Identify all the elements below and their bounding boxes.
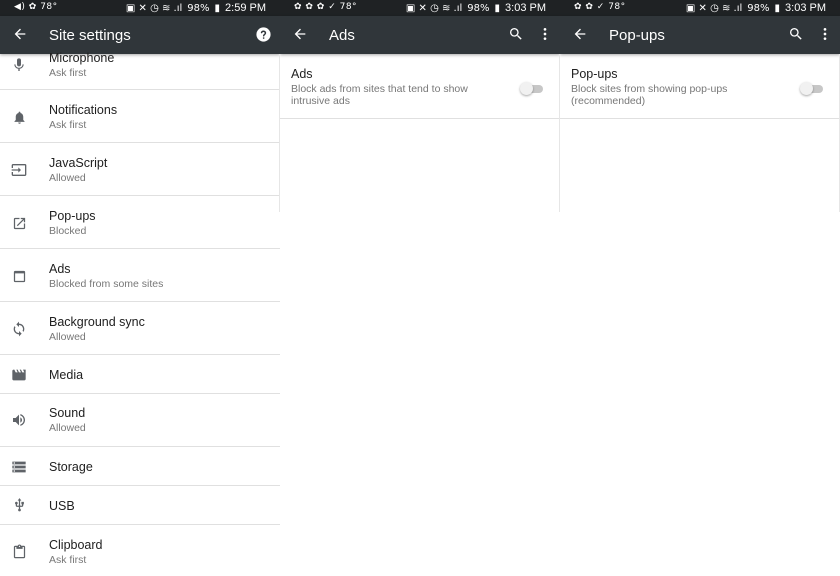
battery-icon: ▮ [494,2,501,14]
list-item-subtitle: Ask first [49,119,87,131]
battery-icon: ▮ [774,2,781,14]
ads-setting-row[interactable]: Ads Block ads from sites that tend to sh… [280,54,560,119]
battery-percentage: 98% [467,2,490,14]
status-time: 3:03 PM [785,2,826,14]
setting-title: Pop-ups [571,67,618,81]
app-bar: Ads [280,16,560,54]
list-item-ads[interactable]: Ads Blocked from some sites [0,249,280,302]
back-button[interactable] [289,23,311,45]
battery-percentage: 98% [187,2,210,14]
search-icon [510,28,522,40]
more-vert-icon [823,28,827,40]
list-item-subtitle: Allowed [49,331,86,343]
list-item-subtitle: Allowed [49,422,86,434]
pop-ups-toggle-switch[interactable] [800,82,823,95]
list-item-title: Sound [49,406,86,420]
back-button[interactable] [569,23,591,45]
list-item-subtitle: Blocked from some sites [49,278,164,290]
more-vert-icon [543,28,547,40]
help-icon [255,26,271,42]
usb-icon [10,496,28,514]
list-item-title: Notifications [49,103,118,117]
speaker-icon [10,411,28,429]
list-item-title: Ads [49,262,71,276]
status-bar-left-icons: ◀) ✿ 78° [14,2,58,12]
ads-toggle-switch[interactable] [520,82,543,95]
pop-ups-screen: ✿ ✿ ✓ 78° ▣ ✕ ◷ ≋ .ıl 98% ▮ 3:03 PM Pop-… [560,0,840,576]
toggle-thumb [520,82,533,95]
setting-description: Block sites from showing pop-ups (recomm… [571,83,728,107]
clipboard-icon [10,543,28,561]
status-bar: ✿ ✿ ✓ 78° ▣ ✕ ◷ ≋ .ıl 98% ▮ 3:03 PM [560,0,840,16]
list-item-pop-ups[interactable]: Pop-ups Blocked [0,196,280,249]
search-icon [790,28,802,40]
list-item-title: Background sync [49,315,145,329]
site-settings-screen: ◀) ✿ 78° ▣ ✕ ◷ ≋ .ıl 98% ▮ 2:59 PM Site … [0,0,280,576]
page-title: Pop-ups [609,27,665,44]
list-item-subtitle: Ask first [49,554,87,566]
status-icons: ▣ ✕ ◷ ≋ .ıl [125,2,183,14]
list-item-title: Clipboard [49,538,103,552]
list-item-subtitle: Blocked [49,225,87,237]
list-item-title: USB [49,499,75,513]
microphone-icon [10,56,28,74]
site-settings-list: Microphone Ask first Notifications Ask f… [0,51,280,576]
list-item-microphone[interactable]: Microphone Ask first [0,51,280,90]
more-options-button[interactable] [535,24,555,44]
open-in-new-icon [10,214,28,232]
list-item-title: JavaScript [49,156,108,170]
status-time: 2:59 PM [225,2,266,14]
list-item-title: Microphone [49,51,115,65]
list-item-subtitle: Allowed [49,172,86,184]
back-button[interactable] [9,23,31,45]
list-item-title: Pop-ups [49,209,96,223]
status-bar-right: ▣ ✕ ◷ ≋ .ıl 98% ▮ 2:59 PM [126,2,266,14]
list-item-notifications[interactable]: Notifications Ask first [0,90,280,143]
more-options-button[interactable] [815,24,835,44]
list-item-clipboard[interactable]: Clipboard Ask first [0,525,280,576]
list-item-usb[interactable]: USB [0,486,280,525]
status-bar: ✿ ✿ ✿ ✓ 78° ▣ ✕ ◷ ≋ .ıl 98% ▮ 3:03 PM [280,0,560,16]
arrow-back-icon [294,28,306,40]
list-item-title: Storage [49,460,93,474]
status-icons: ▣ ✕ ◷ ≋ .ıl [685,2,743,14]
page-title: Site settings [49,27,131,44]
setting-description: Block ads from sites that tend to show i… [291,83,468,107]
list-item-subtitle: Ask first [49,67,87,79]
help-button[interactable] [253,24,273,44]
ads-screen: ✿ ✿ ✿ ✓ 78° ▣ ✕ ◷ ≋ .ıl 98% ▮ 3:03 PM Ad… [280,0,560,576]
storage-icon [10,458,28,476]
app-bar: Site settings [0,16,280,54]
status-bar-right: ▣ ✕ ◷ ≋ .ıl 98% ▮ 3:03 PM [406,2,546,14]
setting-title: Ads [291,67,313,81]
list-item-storage[interactable]: Storage [0,447,280,486]
status-bar: ◀) ✿ 78° ▣ ✕ ◷ ≋ .ıl 98% ▮ 2:59 PM [0,0,280,16]
status-icons: ▣ ✕ ◷ ≋ .ıl [405,2,463,14]
list-item-background-sync[interactable]: Background sync Allowed [0,302,280,355]
toggle-thumb [800,82,813,95]
list-item-sound[interactable]: Sound Allowed [0,394,280,447]
film-icon [10,366,28,384]
sync-icon [10,320,28,338]
search-button[interactable] [506,24,526,44]
arrow-back-icon [14,28,26,40]
list-item-media[interactable]: Media [0,355,280,394]
status-time: 3:03 PM [505,2,546,14]
battery-icon: ▮ [214,2,221,14]
list-item-title: Media [49,368,84,382]
page-title: Ads [329,27,355,44]
list-item-javascript[interactable]: JavaScript Allowed [0,143,280,196]
javascript-icon [10,161,28,179]
app-bar: Pop-ups [560,16,840,54]
search-button[interactable] [786,24,806,44]
battery-percentage: 98% [747,2,770,14]
pop-ups-setting-row[interactable]: Pop-ups Block sites from showing pop-ups… [560,54,840,119]
status-bar-right: ▣ ✕ ◷ ≋ .ıl 98% ▮ 3:03 PM [686,2,826,14]
status-bar-left-icons: ✿ ✿ ✿ ✓ 78° [294,2,358,12]
status-bar-left-icons: ✿ ✿ ✓ 78° [574,2,626,12]
bell-icon [10,108,28,126]
window-icon [10,267,28,285]
arrow-back-icon [574,28,586,40]
